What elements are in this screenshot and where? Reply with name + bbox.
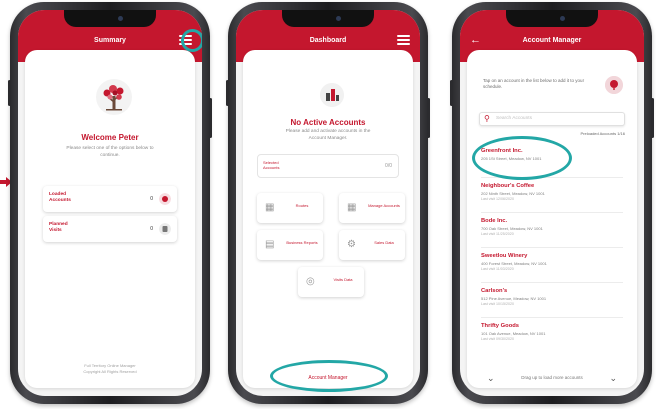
search-input[interactable]: ⚲ Search Accounts <box>479 112 625 126</box>
account-list-item[interactable]: Carlson's 512 Pine Avenue, Meadow, NV 10… <box>481 288 623 318</box>
load-more-bar[interactable]: ⌄ Drag up to load more accounts ⌄ <box>483 372 621 386</box>
account-last-visit: Last visit 09/30/2020 <box>481 337 514 341</box>
hamburger-menu-icon[interactable] <box>179 35 192 46</box>
dashboard-screen: Dashboard No Active Accounts Please add … <box>236 10 420 396</box>
person-badge-icon <box>159 223 171 235</box>
account-name: Bode Inc. <box>481 218 508 224</box>
selected-accounts-value: 0/0 <box>385 163 392 169</box>
selected-accounts-box[interactable]: Selected Accounts 0/0 <box>257 154 399 178</box>
tile-sales-data[interactable]: ⚙ Sales Data <box>339 230 405 260</box>
account-name: Neighbour's Coffee <box>481 183 535 189</box>
account-name: Greenfront Inc. <box>481 148 523 154</box>
hamburger-menu-icon[interactable] <box>397 35 410 46</box>
account-address: 101 Oak Avenue, Meadow, NV 1001 <box>481 331 546 336</box>
divider <box>481 177 623 178</box>
tile-label: Routes <box>295 203 309 208</box>
tree-logo-icon <box>96 79 132 115</box>
row-count: 0 <box>150 226 153 232</box>
tile-manage-accounts[interactable]: ▦ Manage Accounts <box>339 193 405 223</box>
footer-copyright: Full Territory Online Manager Copyright … <box>83 363 137 374</box>
account-manager-screen: ← Account Manager Tap on an account in t… <box>460 10 644 396</box>
account-manager-label: Account Manager <box>308 375 348 381</box>
account-list-item[interactable]: Greenfront Inc. 205 1St Street, Meadow, … <box>481 148 623 178</box>
divider <box>481 247 623 248</box>
chevron-down-icon: ⌄ <box>609 373 617 383</box>
loaded-accounts-row[interactable]: Loaded Accounts 0 <box>43 186 177 212</box>
account-last-visit: Last visit 10/15/2020 <box>481 302 514 306</box>
selected-accounts-label: Selected Accounts <box>263 160 280 170</box>
page-title: Dashboard <box>309 37 347 44</box>
account-name: Carlson's <box>481 288 508 294</box>
divider <box>481 212 623 213</box>
pin-icon[interactable] <box>605 76 623 94</box>
account-name: Sweetlou Winery <box>481 253 528 259</box>
instruction-text: Tap on an account in the list below to a… <box>483 78 585 89</box>
drag-hint: Drag up to load more accounts <box>521 375 583 380</box>
account-last-visit: Last visit 12/06/2020 <box>481 197 514 201</box>
route-icon: ▦ <box>265 202 275 213</box>
phone-notch <box>282 10 374 27</box>
tile-visits-data[interactable]: ◎ Visits Data <box>298 267 364 297</box>
tile-business-reports[interactable]: ▤ Business Reports <box>257 230 323 260</box>
account-address: 202 Ninth Street, Meadow, NV 1001 <box>481 191 545 196</box>
account-list-item[interactable]: Sweetlou Winery 400 Forest Street, Meado… <box>481 253 623 283</box>
account-address: 700 Oak Street, Meadow, NV 1001 <box>481 226 543 231</box>
account-manager-card: Tap on an account in the list below to a… <box>467 50 637 388</box>
tile-routes[interactable]: ▦ Routes <box>257 193 323 223</box>
row-label: Loaded Accounts <box>49 192 71 203</box>
preloaded-count: Preloaded Accounts 1/16 <box>580 131 625 136</box>
tile-label: Visits Data <box>333 277 353 282</box>
phone-dashboard: Dashboard No Active Accounts Please add … <box>226 2 430 404</box>
data-icon: ⚙ <box>347 239 356 250</box>
page-title: Account Manager <box>522 37 582 44</box>
row-count: 0 <box>150 196 153 202</box>
welcome-subtitle: Please select one of the options below t… <box>66 146 154 158</box>
account-manager-button[interactable]: Account Manager <box>279 368 377 388</box>
dashboard-card: No Active Accounts Please add and activa… <box>243 50 413 388</box>
account-list-item[interactable]: Neighbour's Coffee 202 Ninth Street, Mea… <box>481 183 623 213</box>
tile-label: Manage Accounts <box>368 203 400 208</box>
search-placeholder: Search Accounts <box>496 116 532 121</box>
visits-icon: ◎ <box>306 276 315 287</box>
welcome-heading: Welcome Peter <box>81 133 139 142</box>
star-badge-icon <box>159 193 171 205</box>
account-address: 512 Pine Avenue, Meadow, NV 1001 <box>481 296 547 301</box>
account-list-item[interactable]: Bode Inc. 700 Oak Street, Meadow, NV 100… <box>481 218 623 248</box>
planned-visits-row[interactable]: Planned Visits 0 <box>43 216 177 242</box>
account-list-item[interactable]: Thrifty Goods 101 Oak Avenue, Meadow, NV… <box>481 323 623 353</box>
phone-notch <box>64 10 156 27</box>
account-last-visit: Last visit 11/03/2020 <box>481 267 514 271</box>
tile-label: Sales Data <box>374 240 394 245</box>
page-title: Summary <box>94 37 126 44</box>
account-address: 205 1St Street, Meadow, NV 1001 <box>481 156 542 161</box>
accounts-icon: ▦ <box>347 202 357 213</box>
row-label: Planned Visits <box>49 222 68 233</box>
account-address: 400 Forest Street, Meadow, NV 1001 <box>481 261 547 266</box>
summary-screen: Summary Welcome Peter Please select one … <box>18 10 202 396</box>
phone-notch <box>506 10 598 27</box>
divider <box>481 282 623 283</box>
account-name: Thrifty Goods <box>481 323 519 329</box>
tile-label: Business Reports <box>286 240 318 245</box>
no-accounts-subtitle: Please add and activate accounts in the … <box>285 129 371 141</box>
summary-card: Welcome Peter Please select one of the o… <box>25 50 195 388</box>
phone-account-manager: ← Account Manager Tap on an account in t… <box>450 2 654 404</box>
no-accounts-heading: No Active Accounts <box>290 118 366 127</box>
building-chart-icon <box>320 83 344 107</box>
reports-icon: ▤ <box>265 239 275 250</box>
divider <box>481 317 623 318</box>
search-icon: ⚲ <box>484 114 490 123</box>
phone-summary: Summary Welcome Peter Please select one … <box>8 2 212 404</box>
account-last-visit: Last visit 11/25/2020 <box>481 232 514 236</box>
